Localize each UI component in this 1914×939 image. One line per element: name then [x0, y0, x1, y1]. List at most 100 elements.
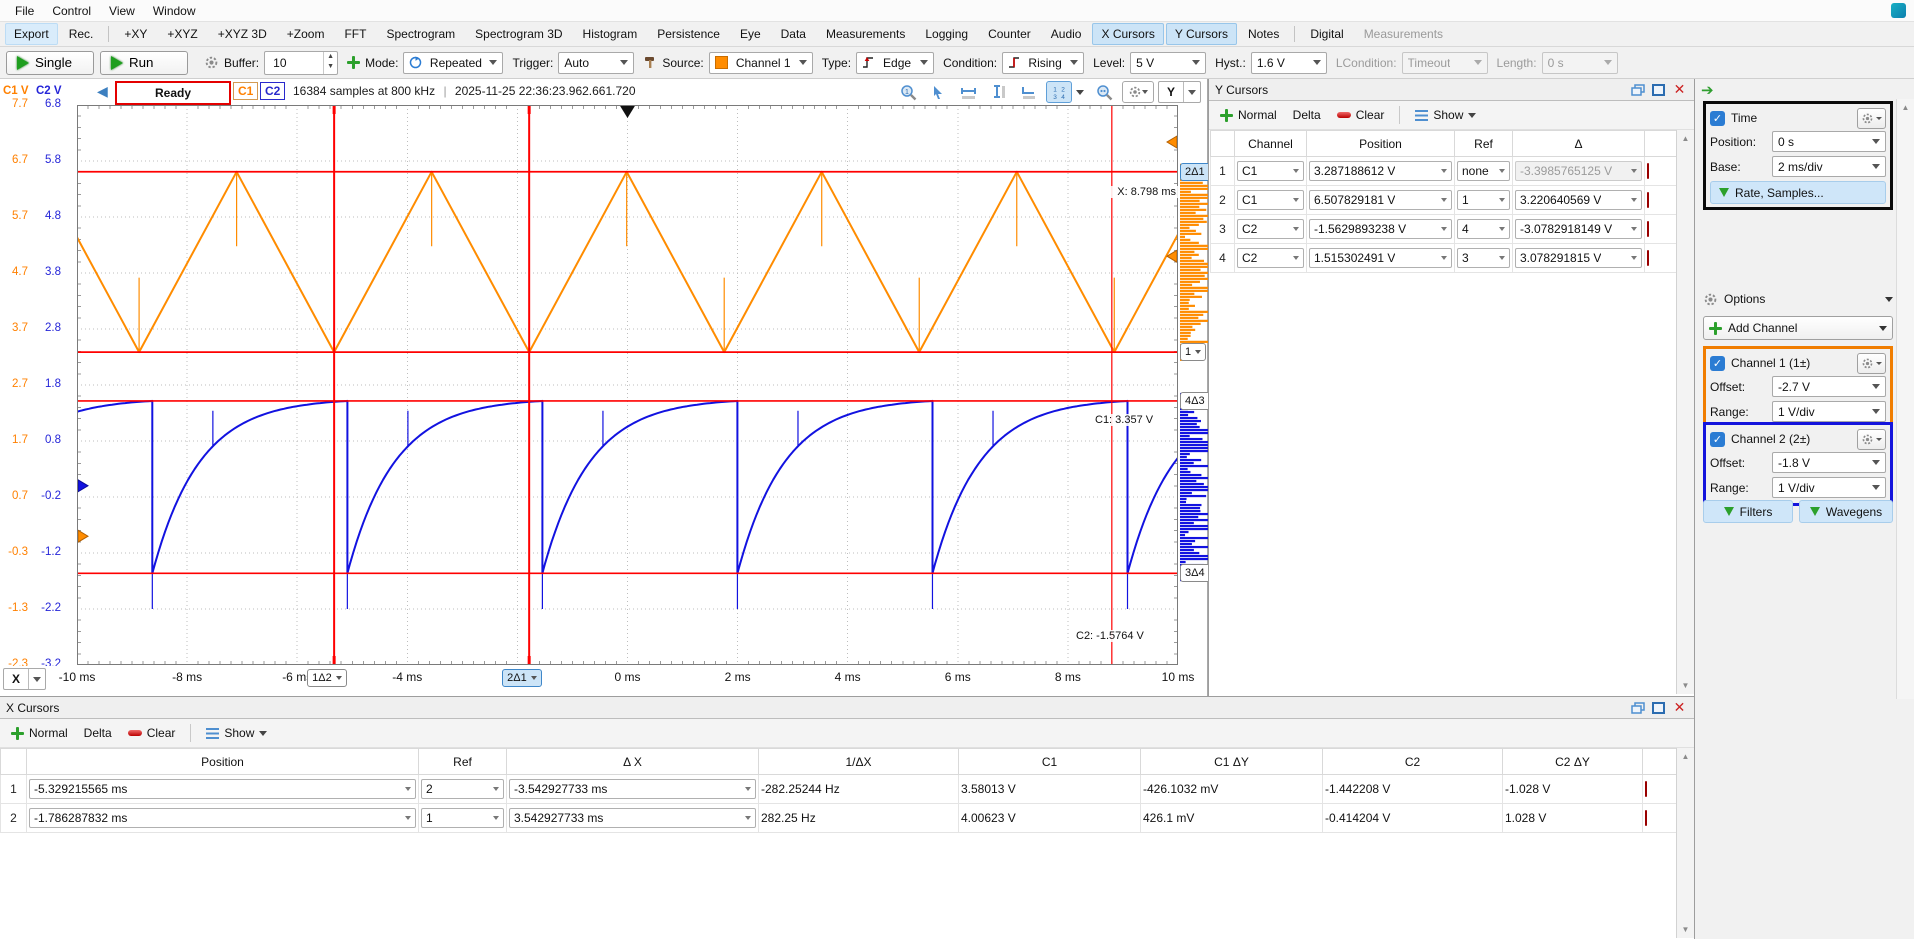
options-row[interactable]: Options — [1703, 288, 1893, 310]
view-tab-eye[interactable]: Eye — [731, 23, 770, 45]
remove-cursor-button[interactable] — [1645, 781, 1647, 797]
sidebar-scrollbar[interactable]: ▲ — [1896, 99, 1914, 699]
cursor-delta-select[interactable]: 3.220640569 V — [1515, 190, 1642, 210]
back-chevron-icon[interactable]: ◀ — [97, 83, 108, 100]
horizontal-measure-icon[interactable] — [956, 81, 982, 103]
cursor-ref-select[interactable]: 1 — [421, 808, 504, 828]
y-axis-selector[interactable]: Y — [1158, 81, 1201, 103]
cursor-deltax-select[interactable]: -3.542927733 ms — [509, 779, 756, 799]
corner-measure-icon[interactable] — [1016, 81, 1042, 103]
view-tab--xyz-3d[interactable]: +XYZ 3D — [209, 23, 276, 45]
clear-cursors-button[interactable]: Clear — [1330, 105, 1392, 125]
trigger-select[interactable]: Auto — [558, 52, 634, 74]
remove-cursor-button[interactable] — [1647, 250, 1649, 266]
maximize-window-icon[interactable] — [1650, 700, 1667, 715]
x-cursor-chip-1[interactable]: 1Δ2 — [307, 669, 347, 687]
quad-view-button[interactable]: 1234 — [1046, 81, 1072, 103]
view-tab-measurements[interactable]: Measurements — [1355, 23, 1452, 45]
timeout-select[interactable]: Timeout — [1402, 52, 1488, 74]
x-cursors-scrollbar[interactable]: ▲ ▼ — [1676, 748, 1694, 938]
source-select[interactable]: Channel 1 — [709, 52, 813, 74]
cursor-ref-select[interactable]: 2 — [421, 779, 504, 799]
close-panel-icon[interactable]: ✕ — [1671, 700, 1688, 715]
cursor-position-select[interactable]: 3.287188612 V — [1309, 161, 1452, 181]
view-tab-y-cursors[interactable]: Y Cursors — [1166, 23, 1237, 45]
buffer-spin-arrows[interactable]: ▲▼ — [323, 52, 337, 74]
add-delta-cursor-button[interactable]: Delta — [1286, 105, 1328, 125]
cursor-ref-select[interactable]: 3 — [1457, 248, 1510, 268]
scroll-up-icon[interactable]: ▲ — [1677, 134, 1694, 143]
remove-cursor-button[interactable] — [1645, 810, 1647, 826]
cursor-channel-select[interactable]: C2 — [1237, 219, 1304, 239]
scroll-down-icon[interactable]: ▼ — [1677, 681, 1694, 690]
view-tab-histogram[interactable]: Histogram — [574, 23, 647, 45]
waveform-plot[interactable] — [77, 105, 1178, 665]
channel2-range-select[interactable]: 1 V/div — [1772, 477, 1886, 498]
time-position-select[interactable]: 0 s — [1772, 131, 1886, 152]
cursor-channel-select[interactable]: C1 — [1237, 190, 1304, 210]
expand-arrow-icon[interactable]: ➔ — [1701, 81, 1714, 99]
channel2-checkbox[interactable] — [1710, 432, 1725, 447]
view-tab-persistence[interactable]: Persistence — [648, 23, 729, 45]
cursor-position-select[interactable]: -1.786287832 ms — [29, 808, 416, 828]
view-tab-x-cursors[interactable]: X Cursors — [1092, 23, 1163, 45]
view-tab-rec-[interactable]: Rec. — [60, 23, 103, 45]
menu-window[interactable]: Window — [144, 2, 205, 20]
float-window-icon[interactable] — [1629, 700, 1646, 715]
clear-cursors-button[interactable]: Clear — [121, 723, 183, 743]
view-tab-fft[interactable]: FFT — [335, 23, 375, 45]
maximize-window-icon[interactable] — [1650, 82, 1667, 97]
remove-cursor-button[interactable] — [1647, 221, 1649, 237]
menu-view[interactable]: View — [100, 2, 144, 20]
hyst-select[interactable]: 1.6 V — [1251, 52, 1327, 74]
channel1-settings-button[interactable] — [1857, 353, 1886, 374]
time-checkbox[interactable] — [1710, 111, 1725, 126]
pointer-tool-icon[interactable] — [926, 81, 952, 103]
cursor-ref-select[interactable]: 1 — [1457, 190, 1510, 210]
add-normal-cursor-button[interactable]: Normal — [1213, 105, 1284, 125]
show-options-button[interactable]: Show — [1408, 105, 1483, 125]
tools-chevron-icon[interactable] — [1076, 90, 1084, 95]
rate-samples-button[interactable]: Rate, Samples... — [1710, 181, 1886, 204]
cursor-ref-select[interactable]: 4 — [1457, 219, 1510, 239]
condition-select[interactable]: Rising — [1002, 52, 1084, 74]
scroll-up-icon[interactable]: ▲ — [1897, 103, 1914, 112]
cursor-delta-select[interactable]: -3.3985765125 V — [1515, 161, 1642, 181]
remove-cursor-button[interactable] — [1647, 192, 1649, 208]
channel1-checkbox[interactable] — [1710, 356, 1725, 371]
view-tab--xyz[interactable]: +XYZ — [158, 23, 206, 45]
cursor-position-select[interactable]: 1.515302491 V — [1309, 248, 1452, 268]
channel2-settings-button[interactable] — [1857, 429, 1886, 450]
close-panel-icon[interactable]: ✕ — [1671, 82, 1688, 97]
cursor-position-select[interactable]: -1.5629893238 V — [1309, 219, 1452, 239]
channel1-offset-select[interactable]: -2.7 V — [1772, 376, 1886, 397]
view-tab--xy[interactable]: +XY — [115, 23, 156, 45]
add-channel-button[interactable]: Add Channel — [1703, 316, 1893, 340]
zoom-in-tool-icon[interactable]: 1 — [896, 81, 922, 103]
cursor-delta-select[interactable]: 3.078291815 V — [1515, 248, 1642, 268]
remove-cursor-button[interactable] — [1647, 163, 1649, 179]
view-tab-audio[interactable]: Audio — [1042, 23, 1091, 45]
view-tab--zoom[interactable]: +Zoom — [278, 23, 334, 45]
length-select[interactable]: 0 s — [1542, 52, 1618, 74]
channel2-toggle[interactable]: C2 — [260, 82, 285, 100]
time-settings-button[interactable] — [1857, 108, 1886, 129]
view-tab-measurements[interactable]: Measurements — [817, 23, 914, 45]
zoom-options-icon[interactable] — [1092, 81, 1118, 103]
cursor-ref-select[interactable]: none — [1457, 161, 1510, 181]
view-tab-digital[interactable]: Digital — [1301, 23, 1352, 45]
cursor-position-select[interactable]: -5.329215565 ms — [29, 779, 416, 799]
float-window-icon[interactable] — [1629, 82, 1646, 97]
view-tab-data[interactable]: Data — [772, 23, 815, 45]
single-button[interactable]: Single — [6, 51, 94, 75]
view-tab-spectrogram[interactable]: Spectrogram — [377, 23, 464, 45]
channel1-toggle[interactable]: C1 — [233, 82, 258, 100]
x-cursor-chip-2[interactable]: 2Δ1 — [502, 669, 542, 687]
view-tab-spectrogram-3d[interactable]: Spectrogram 3D — [466, 23, 571, 45]
scroll-up-icon[interactable]: ▲ — [1677, 752, 1694, 761]
cursor-delta-select[interactable]: -3.0782918149 V — [1515, 219, 1642, 239]
vertical-measure-icon[interactable] — [986, 81, 1012, 103]
menu-file[interactable]: File — [6, 2, 43, 20]
wavegens-button[interactable]: Wavegens — [1799, 500, 1893, 523]
menu-control[interactable]: Control — [43, 2, 100, 20]
